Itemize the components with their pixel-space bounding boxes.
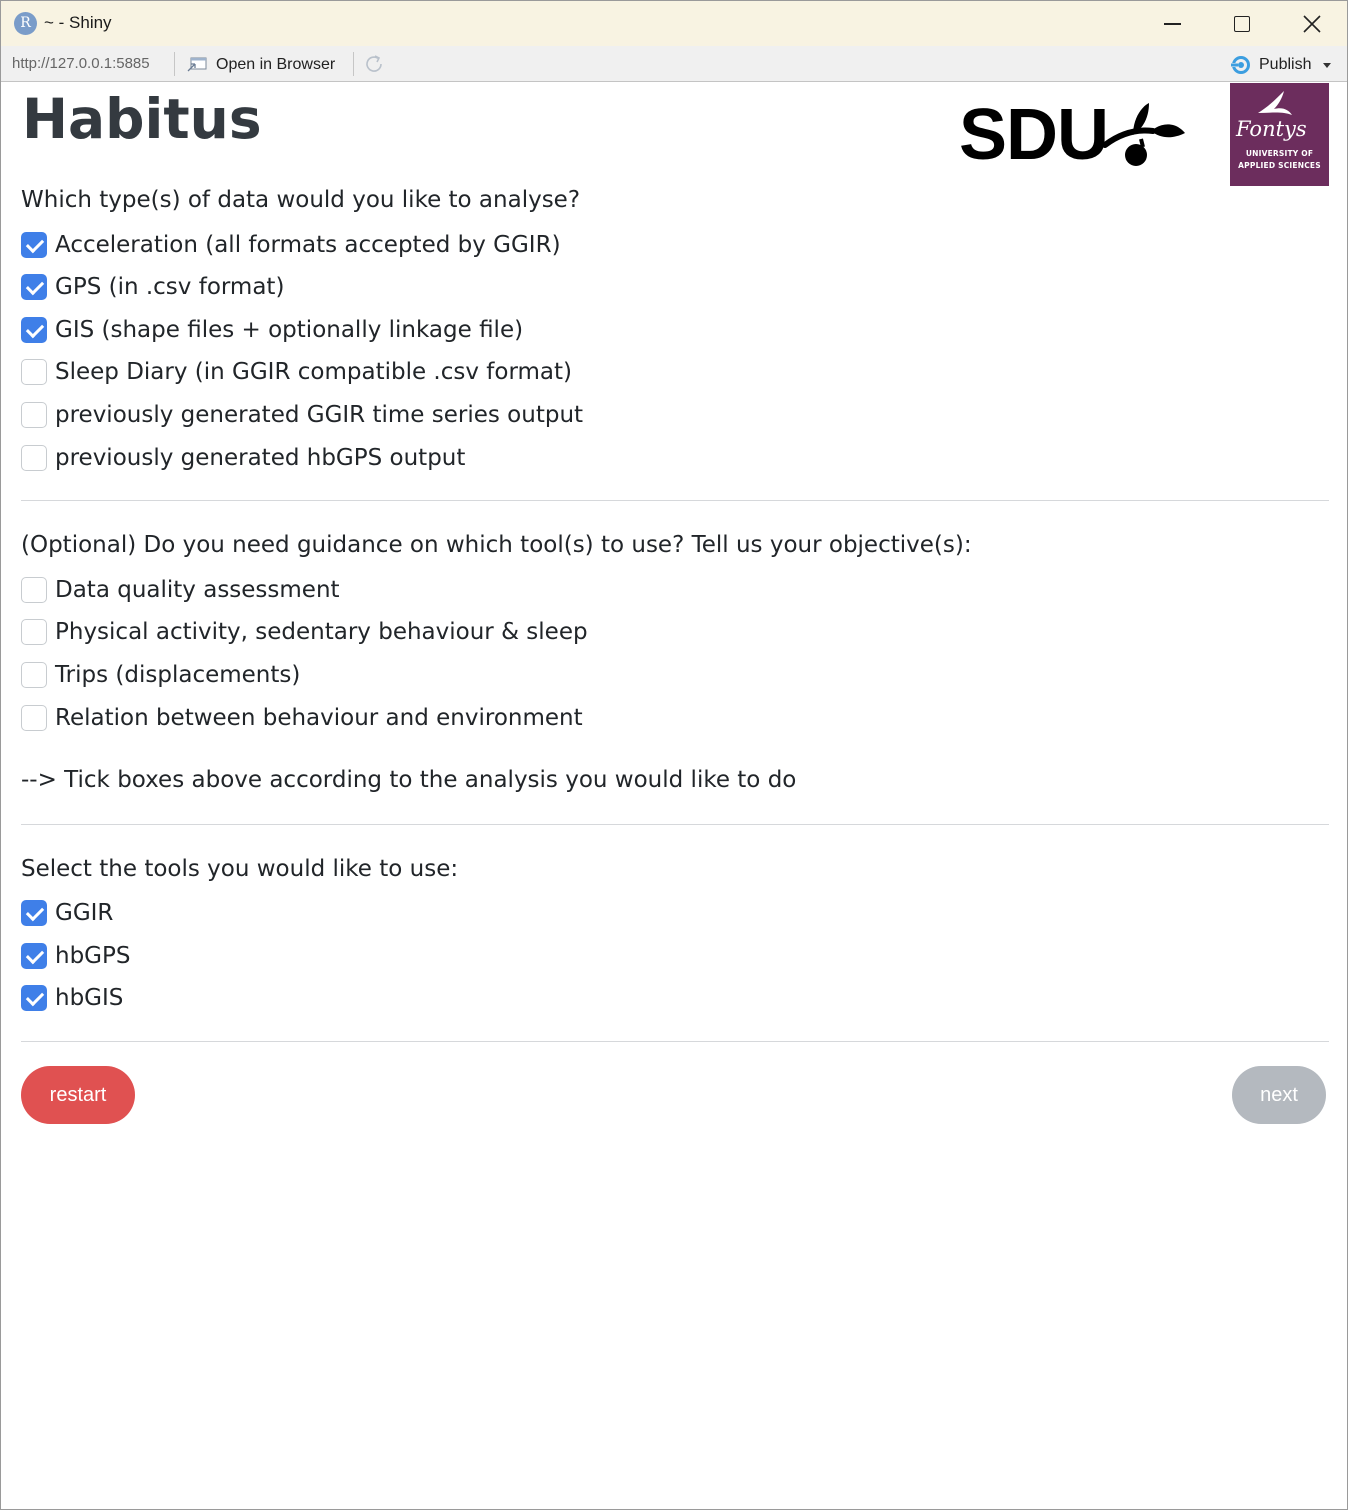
checkbox-hbgis[interactable]: hbGIS: [21, 983, 123, 1013]
checkbox-box[interactable]: [21, 317, 47, 343]
checkbox-box[interactable]: [21, 359, 47, 385]
publish-icon: [1230, 56, 1250, 74]
fontys-logo-line2: APPLIED SCIENCES: [1238, 161, 1321, 170]
fontys-bird-icon: [1258, 91, 1292, 115]
fontys-logo-line1: UNIVERSITY OF: [1245, 149, 1314, 158]
publish-button[interactable]: Publish: [1229, 53, 1332, 77]
section-divider: [21, 500, 1329, 501]
minimize-button[interactable]: [1138, 1, 1208, 46]
close-icon: [1303, 15, 1321, 33]
sdu-logo: SDU: [959, 99, 1189, 171]
checkbox-ggir[interactable]: GGIR: [21, 898, 113, 928]
checkbox-label: Trips (displacements): [55, 662, 301, 688]
close-button[interactable]: [1277, 1, 1347, 46]
checkbox-label: Relation between behaviour and environme…: [55, 705, 583, 731]
section-divider: [21, 1041, 1329, 1042]
checkbox-label: hbGIS: [55, 985, 124, 1011]
checkbox-box[interactable]: [21, 577, 47, 603]
title-bar: R ~ - Shiny: [1, 1, 1347, 46]
tools-question: Select the tools you would like to use:: [21, 856, 459, 882]
checkbox-label: Acceleration (all formats accepted by GG…: [55, 232, 561, 258]
objectives-hint: --> Tick boxes above according to the an…: [21, 767, 797, 793]
checkbox-label: GPS (in .csv format): [55, 274, 285, 300]
objectives-question: (Optional) Do you need guidance on which…: [21, 532, 972, 558]
checkbox-gis[interactable]: GIS (shape files + optionally linkage fi…: [21, 315, 523, 345]
sdu-logo-text: SDU: [959, 95, 1109, 175]
checkbox-label: Data quality assessment: [55, 577, 340, 603]
address-bar: http://127.0.0.1:5885 Open in Browser Pu…: [1, 46, 1347, 82]
checkbox-box[interactable]: [21, 232, 47, 258]
app-window: R ~ - Shiny http://127.0.0.1:5885 Open i…: [0, 0, 1348, 1510]
checkbox-acceleration[interactable]: Acceleration (all formats accepted by GG…: [21, 230, 561, 260]
checkbox-label: GIS (shape files + optionally linkage fi…: [55, 317, 524, 343]
restart-button[interactable]: restart: [21, 1066, 135, 1124]
checkbox-label: previously generated GGIR time series ou…: [55, 402, 584, 428]
url-display[interactable]: http://127.0.0.1:5885: [12, 55, 150, 72]
checkbox-box[interactable]: [21, 943, 47, 969]
main-content: Habitus SDU Fontys UNIVERSITY OF APPLIED…: [1, 83, 1347, 1509]
checkbox-box[interactable]: [21, 619, 47, 645]
checkbox-box[interactable]: [21, 402, 47, 428]
section-divider: [21, 824, 1329, 825]
checkbox-box[interactable]: [21, 705, 47, 731]
open-browser-icon: [187, 57, 207, 72]
checkbox-hbgps[interactable]: hbGPS: [21, 941, 130, 971]
checkbox-box[interactable]: [21, 274, 47, 300]
checkbox-label: Sleep Diary (in GGIR compatible .csv for…: [55, 359, 572, 385]
checkbox-label: GGIR: [55, 900, 114, 926]
toolbar-divider: [353, 52, 354, 76]
fontys-logo-name: Fontys: [1236, 117, 1307, 141]
maximize-button[interactable]: [1207, 1, 1277, 46]
toolbar-divider: [174, 52, 175, 76]
checkbox-hbgps-output[interactable]: previously generated hbGPS output: [21, 443, 465, 473]
window-title: ~ - Shiny: [44, 13, 112, 32]
data-types-question: Which type(s) of data would you like to …: [21, 187, 581, 213]
open-in-browser-label: Open in Browser: [216, 56, 336, 73]
checkbox-box[interactable]: [21, 985, 47, 1011]
checkbox-data-quality[interactable]: Data quality assessment: [21, 575, 340, 605]
checkbox-box[interactable]: [21, 445, 47, 471]
checkbox-label: previously generated hbGPS output: [55, 445, 466, 471]
checkbox-behaviour-environment[interactable]: Relation between behaviour and environme…: [21, 703, 583, 733]
fontys-logo: Fontys UNIVERSITY OF APPLIED SCIENCES: [1230, 83, 1329, 186]
checkbox-trips[interactable]: Trips (displacements): [21, 660, 300, 690]
publish-label: Publish: [1259, 56, 1312, 73]
page-title: Habitus: [22, 87, 262, 151]
checkbox-ggir-output[interactable]: previously generated GGIR time series ou…: [21, 400, 583, 430]
chevron-down-icon[interactable]: [1323, 62, 1332, 68]
r-logo-icon: R: [14, 12, 37, 35]
checkbox-box[interactable]: [21, 900, 47, 926]
checkbox-physical-activity[interactable]: Physical activity, sedentary behaviour &…: [21, 617, 588, 647]
checkbox-box[interactable]: [21, 662, 47, 688]
refresh-icon[interactable]: [362, 52, 386, 76]
checkbox-label: hbGPS: [55, 943, 131, 969]
checkbox-sleep-diary[interactable]: Sleep Diary (in GGIR compatible .csv for…: [21, 357, 572, 387]
checkbox-gps[interactable]: GPS (in .csv format): [21, 272, 284, 302]
checkbox-label: Physical activity, sedentary behaviour &…: [55, 619, 588, 645]
next-button[interactable]: next: [1232, 1066, 1326, 1124]
open-in-browser-button[interactable]: Open in Browser: [187, 53, 335, 77]
sdu-leaf-icon: [1103, 103, 1185, 166]
